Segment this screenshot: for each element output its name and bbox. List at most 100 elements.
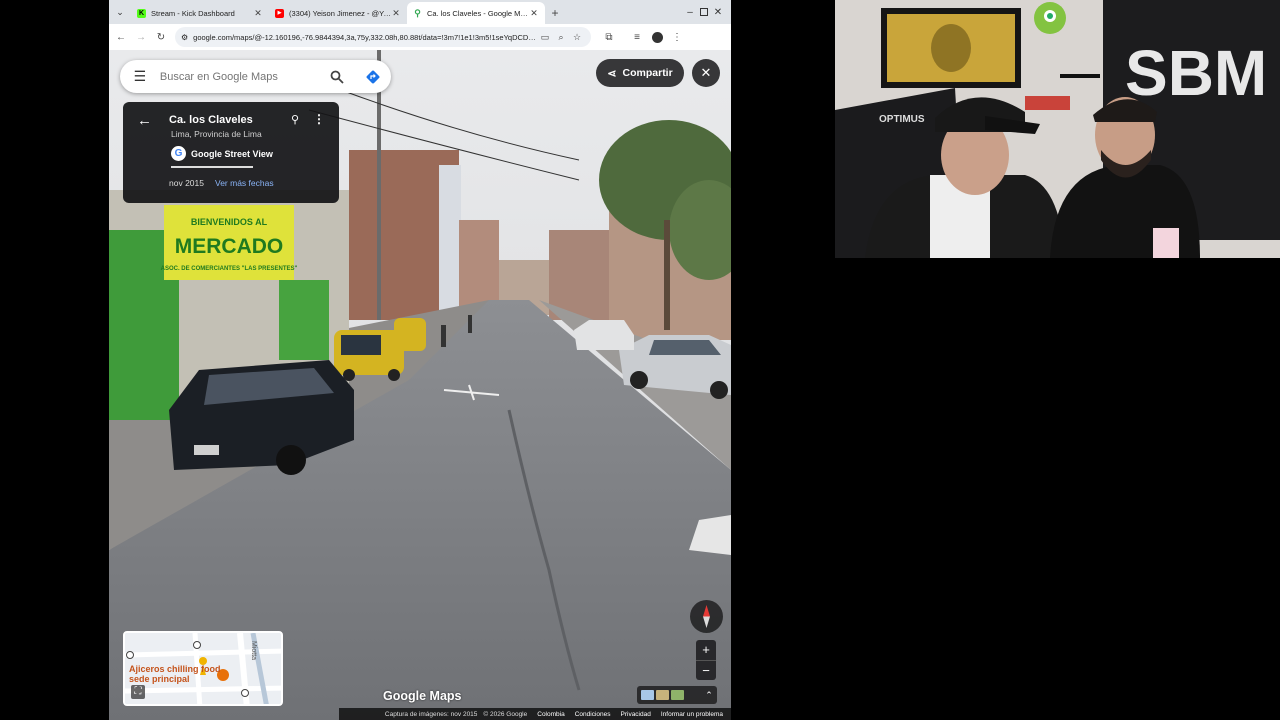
forward-button[interactable]: → <box>131 27 151 47</box>
browser-menu-button[interactable]: ⋮ <box>667 27 687 47</box>
pedestrian <box>468 315 472 333</box>
divider <box>171 166 253 168</box>
fullscreen-icon[interactable]: ⛶ <box>131 685 145 699</box>
tree-trunk <box>664 220 670 330</box>
compass-icon <box>703 605 710 628</box>
tab-title: (3304) Yeison Jimenez - @Yeiso <box>289 8 391 18</box>
mototaxi-window <box>341 335 381 355</box>
expand-up-icon[interactable]: ⌃ <box>701 690 717 701</box>
imagery-source-label: Google Street View <box>191 148 273 159</box>
close-tab-icon[interactable]: ✕ <box>529 8 539 19</box>
tab-title: Ca. los Claveles - Google Maps <box>427 8 529 18</box>
close-street-view-button[interactable]: ✕ <box>692 59 720 87</box>
webcam-feed: SBM OPTIMUS <box>835 0 1280 258</box>
google-maps-logo: Google Maps <box>383 689 462 703</box>
reload-button[interactable]: ↻ <box>151 27 171 47</box>
building-white <box>439 165 461 315</box>
directions-button[interactable] <box>355 60 391 93</box>
chair-brand: OPTIMUS <box>879 114 925 125</box>
maps-search-input[interactable] <box>159 70 320 83</box>
reload-icon: ↻ <box>156 31 166 43</box>
browser-toolbar: ← → ↻ ⚙ google.com/maps/@-12.160196,-76.… <box>109 24 731 50</box>
mototaxi <box>394 318 426 351</box>
cast-icon[interactable]: ▭ <box>537 32 553 43</box>
car-window <box>649 340 721 355</box>
location-pin-icon[interactable]: ⚲ <box>291 113 299 126</box>
tab-search-icon[interactable]: ⌄ <box>109 0 131 24</box>
tab-title: Stream - Kick Dashboard <box>151 8 235 18</box>
more-dates-link[interactable]: Ver más fechas <box>215 178 274 188</box>
tab-google-maps[interactable]: ⚲ Ca. los Claveles - Google Maps ✕ <box>407 2 545 24</box>
capture-date: nov 2015 <box>169 178 204 188</box>
satellite-thumb-icon <box>656 690 669 700</box>
layers-control[interactable]: ⌃ <box>637 686 717 704</box>
building-right <box>549 230 609 320</box>
terrain-thumb-icon <box>671 690 684 700</box>
share-label: Compartir <box>622 67 673 79</box>
terms-link[interactable]: Condiciones <box>575 711 611 718</box>
search-icon <box>330 70 344 84</box>
tab-youtube[interactable]: ▶ (3304) Yeison Jimenez - @Yeiso ✕ <box>269 2 407 24</box>
maps-pin-icon: ⚲ <box>414 7 421 18</box>
bookmark-star-icon[interactable]: ☆ <box>569 32 585 43</box>
copyright: © 2026 Google <box>483 710 528 718</box>
arrow-left-icon: ← <box>116 31 126 43</box>
site-settings-icon[interactable]: ⚙ <box>181 33 188 42</box>
maps-search-box: ☰ <box>120 60 391 93</box>
wall-logo-text: SBM <box>1125 37 1267 109</box>
license-plate <box>194 445 219 455</box>
country-link[interactable]: Colombia <box>537 711 564 718</box>
search-button[interactable] <box>319 60 355 93</box>
browser-window: ⌄ K Stream - Kick Dashboard ✕ ▶ (3304) Y… <box>109 0 731 720</box>
more-vert-icon: ⋮ <box>672 31 682 43</box>
sign-line1: BIENVENIDOS AL <box>191 217 268 227</box>
address-bar[interactable]: ⚙ google.com/maps/@-12.160196,-76.984439… <box>175 27 591 47</box>
share-button[interactable]: ⋖ Compartir <box>596 59 684 87</box>
close-icon: ✕ <box>713 6 723 18</box>
pedestrian <box>441 325 446 347</box>
close-tab-icon[interactable]: ✕ <box>253 8 263 19</box>
street-view[interactable]: BIENVENIDOS AL MERCADO ASOC. DE COMERCIA… <box>109 50 731 720</box>
back-button[interactable]: ← <box>111 27 131 47</box>
extensions-button[interactable]: ⧉ <box>599 27 619 47</box>
street-view-info-card: ← Ca. los Claveles Lima, Provincia de Li… <box>123 102 339 203</box>
privacy-link[interactable]: Privacidad <box>621 711 651 718</box>
mini-map[interactable]: Ajiceros chilling food sede principal Mi… <box>123 631 283 706</box>
zoom-control: + − <box>696 640 716 680</box>
playlist-icon: ≡ <box>634 31 640 43</box>
google-logo-icon: G <box>171 146 186 161</box>
cup <box>1153 228 1179 258</box>
zoom-out-button[interactable]: − <box>696 660 716 680</box>
share-icon: ⋖ <box>607 67 617 80</box>
compass-button[interactable] <box>690 600 723 633</box>
green-gate <box>279 280 329 360</box>
sign-line2: MERCADO <box>175 235 284 258</box>
sign-line3: ASOC. DE COMERCIANTES "LAS PRESENTES" <box>161 266 298 272</box>
more-vert-icon[interactable]: ⋮ <box>313 112 325 126</box>
profile-avatar[interactable] <box>647 27 667 47</box>
mini-map-poi-label: Ajiceros chilling food sede principal <box>129 664 221 684</box>
youtube-icon: ▶ <box>275 8 284 18</box>
imagery-source: G Google Street View <box>171 146 273 161</box>
close-tab-icon[interactable]: ✕ <box>391 8 401 19</box>
new-tab-button[interactable]: + <box>545 2 565 24</box>
white-car <box>574 320 634 350</box>
puzzle-icon: ⧉ <box>605 31 613 43</box>
mini-map-street-label: Miotta <box>250 641 257 661</box>
zoom-icon[interactable]: ⌕ <box>553 32 569 43</box>
directions-icon <box>366 70 380 83</box>
building-distant <box>459 220 499 310</box>
tab-kick-dashboard[interactable]: K Stream - Kick Dashboard ✕ <box>131 2 269 24</box>
media-button[interactable]: ≡ <box>627 27 647 47</box>
capture-credit: Captura de imágenes: nov 2015 <box>384 710 478 718</box>
back-arrow-icon[interactable]: ← <box>137 112 152 129</box>
street-name: Ca. los Claveles <box>169 114 253 126</box>
kick-icon: K <box>137 8 146 18</box>
report-problem-link[interactable]: Informar un problema <box>661 711 723 718</box>
avatar-icon <box>651 31 663 43</box>
close-window-button[interactable]: ✕ <box>705 0 731 24</box>
hamburger-menu-icon[interactable]: ☰ <box>120 68 160 85</box>
map-thumb-icon <box>641 690 654 700</box>
zoom-in-button[interactable]: + <box>696 640 716 660</box>
close-icon: ✕ <box>700 65 712 80</box>
